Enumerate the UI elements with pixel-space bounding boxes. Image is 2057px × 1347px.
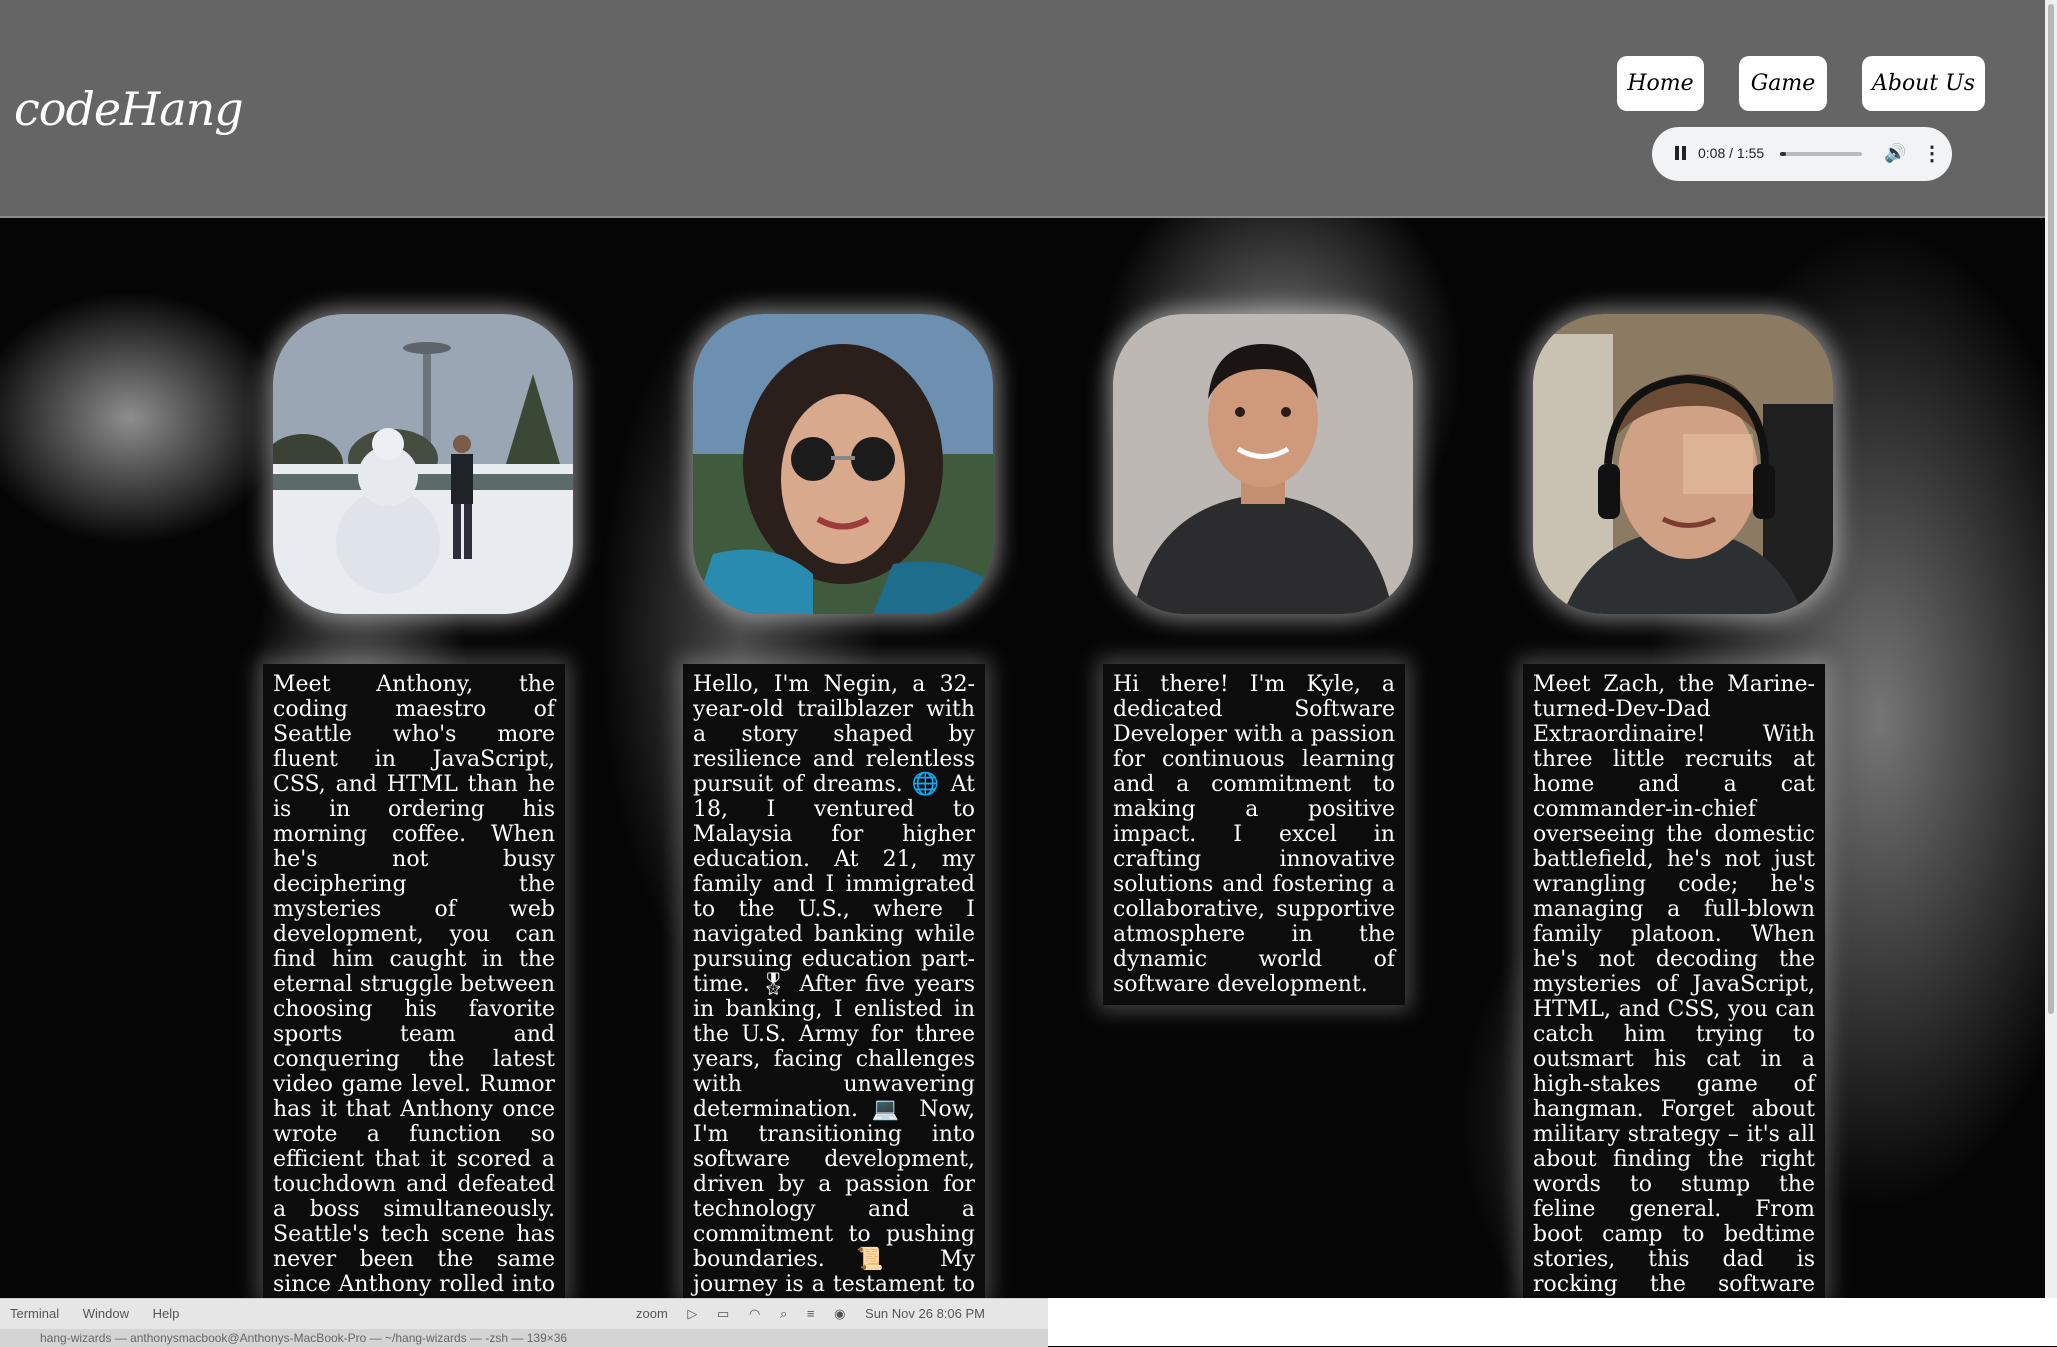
page: codeHang Home Game About Us 0:08 / 1:55 …	[0, 0, 2057, 1347]
zoom-indicator[interactable]: zoom	[636, 1306, 668, 1321]
os-taskbar: Terminal Window Help zoom ▷ ▭ ◠ ⌕ ≡ ◉ Su…	[0, 1298, 1048, 1347]
site-header: codeHang Home Game About Us 0:08 / 1:55 …	[0, 0, 2045, 218]
siri-icon[interactable]: ◉	[834, 1306, 845, 1321]
zach-bio: Meet Zach, the Marine-turned-Dev-Dad Ext…	[1523, 664, 1825, 1298]
audio-player: 0:08 / 1:55 🔊 ⋮	[1652, 127, 1952, 181]
terminal-titlebar: hang-wizards — anthonysmacbook@Anthonys-…	[0, 1329, 1048, 1347]
pause-icon[interactable]	[1674, 146, 1688, 162]
kyle-photo	[1113, 314, 1413, 614]
kyle-photo-image	[1113, 314, 1413, 614]
control-center-icon[interactable]: ≡	[807, 1306, 815, 1321]
os-menu: Terminal Window Help	[10, 1306, 199, 1321]
kyle-bio: Hi there! I'm Kyle, a dedicated Software…	[1103, 664, 1405, 1005]
menu-help[interactable]: Help	[153, 1306, 180, 1321]
nav-game-button[interactable]: Game	[1739, 56, 1827, 111]
search-icon[interactable]: ⌕	[780, 1306, 787, 1321]
scrollbar-thumb[interactable]	[2048, 4, 2054, 1014]
menu-window[interactable]: Window	[83, 1306, 129, 1321]
battery-icon[interactable]: ▭	[717, 1306, 729, 1321]
wifi-icon[interactable]: ◠	[749, 1306, 760, 1321]
os-status-area: zoom ▷ ▭ ◠ ⌕ ≡ ◉ Sun Nov 26 8:06 PM	[636, 1306, 1001, 1322]
play-icon[interactable]: ▷	[687, 1306, 697, 1321]
menu-terminal[interactable]: Terminal	[10, 1306, 59, 1321]
anthony-photo	[273, 314, 573, 614]
anthony-photo-image	[273, 314, 573, 614]
site-logo[interactable]: codeHang	[14, 82, 244, 136]
zach-photo-image	[1533, 314, 1833, 614]
nav-about-button[interactable]: About Us	[1862, 56, 1985, 111]
negin-bio: Hello, I'm Negin, a 32-year-old trailbla…	[683, 664, 985, 1298]
terminal-title: hang-wizards — anthonysmacbook@Anthonys-…	[40, 1331, 568, 1345]
volume-icon[interactable]: 🔊	[1884, 143, 1906, 164]
clock-text[interactable]: Sun Nov 26 8:06 PM	[865, 1306, 985, 1321]
nav-home-button[interactable]: Home	[1617, 56, 1704, 111]
audio-time: 0:08 / 1:55	[1698, 145, 1765, 161]
more-options-icon[interactable]: ⋮	[1922, 141, 1942, 166]
blank-area	[1048, 1298, 2057, 1346]
zach-photo	[1533, 314, 1833, 614]
page-scrollbar[interactable]	[2045, 0, 2057, 1298]
negin-photo-image	[693, 314, 993, 614]
audio-seek-slider[interactable]	[1780, 152, 1862, 156]
about-us-section: Meet Anthony, the coding maestro of Seat…	[0, 218, 2045, 1298]
anthony-bio: Meet Anthony, the coding maestro of Seat…	[263, 664, 565, 1298]
negin-photo	[693, 314, 993, 614]
audio-progress-fill	[1780, 152, 1786, 156]
